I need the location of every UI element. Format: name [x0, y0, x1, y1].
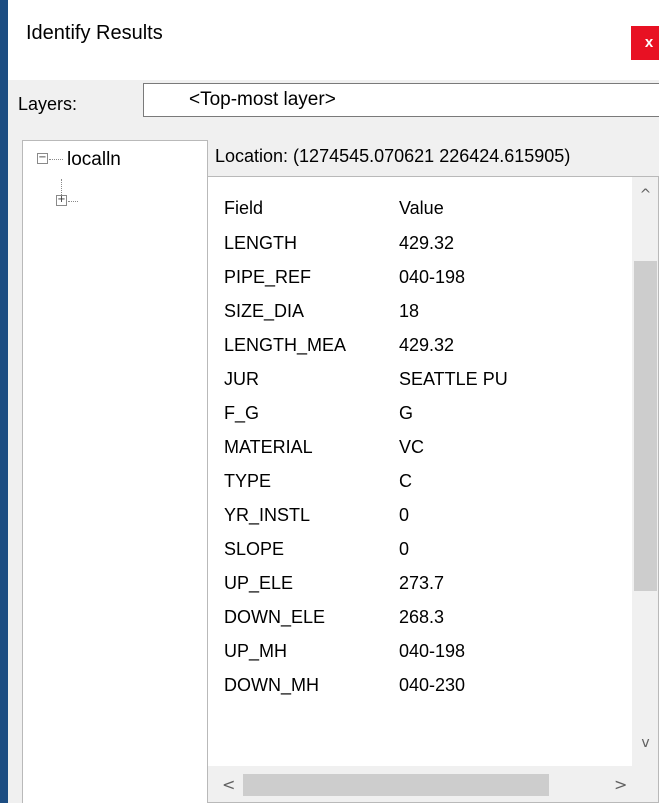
table-row[interactable]: TYPE C [208, 464, 633, 498]
vertical-scrollbar[interactable]: ^ v [632, 177, 658, 766]
table-row[interactable]: UP_MH 040-198 [208, 634, 633, 668]
field-value-cell: 040-198 [399, 641, 466, 661]
scroll-left-icon[interactable]: < [222, 775, 235, 794]
table-row[interactable]: MATERIAL VC [208, 430, 633, 464]
table-header-row: Field Value [208, 191, 633, 225]
field-name-cell: UP_MH [224, 641, 288, 661]
tree-connector [61, 179, 62, 195]
table-row[interactable]: SIZE_DIA 18 [208, 294, 633, 328]
table-row[interactable]: YR_INSTL 0 [208, 498, 633, 532]
identify-results-window: Identify Results x Layers: <Top-most lay… [8, 0, 659, 803]
expand-icon[interactable]: + [56, 195, 67, 206]
field-name-cell: LENGTH_MEA [224, 335, 347, 355]
field-value-cell: VC [399, 437, 425, 457]
table-row[interactable]: DOWN_MH 040-230 [208, 668, 633, 702]
field-name-cell: UP_ELE [224, 573, 294, 593]
layers-label: Layers: [18, 94, 78, 114]
horizontal-scrollbar[interactable]: < > [208, 766, 633, 802]
value-column-header[interactable]: Value [399, 198, 444, 219]
field-value-cell: C [399, 471, 412, 491]
field-value-cell: 0 [399, 539, 410, 559]
field-value-cell: 040-198 [399, 267, 466, 287]
close-button[interactable]: x [631, 26, 659, 60]
tree-connector [68, 201, 78, 202]
table-row[interactable]: LENGTH 429.32 [208, 226, 633, 260]
field-name-cell: DOWN_ELE [224, 607, 326, 627]
table-row[interactable]: PIPE_REF 040-198 [208, 260, 633, 294]
layers-dropdown-value: <Top-most layer> [189, 89, 336, 110]
table-row[interactable]: F_G G [208, 396, 633, 430]
field-value-cell: 040-230 [399, 675, 466, 695]
field-name-cell: F_G [224, 403, 260, 423]
horizontal-scroll-thumb[interactable] [243, 774, 549, 796]
field-value-cell: 18 [399, 301, 420, 321]
table-row[interactable]: LENGTH_MEA 429.32 [208, 328, 633, 362]
scroll-corner [632, 766, 658, 802]
field-value-cell: SEATTLE PU [399, 369, 508, 389]
location-readout: Location: (1274545.070621 226424.615905) [215, 146, 571, 166]
field-value-cell: 429.32 [399, 233, 455, 253]
table-row[interactable]: DOWN_ELE 268.3 [208, 600, 633, 634]
vertical-scroll-thumb[interactable] [634, 261, 657, 591]
field-name-cell: YR_INSTL [224, 505, 311, 525]
field-value-cell: G [399, 403, 414, 423]
field-name-cell: MATERIAL [224, 437, 313, 457]
tree-connector [49, 159, 63, 160]
scroll-down-icon[interactable]: v [632, 735, 658, 751]
field-name-cell: DOWN_MH [224, 675, 319, 695]
field-name-cell: PIPE_REF [224, 267, 312, 287]
table-row[interactable]: JUR SEATTLE PU [208, 362, 633, 396]
scroll-right-icon[interactable]: > [614, 775, 627, 794]
tree-item-localln[interactable]: localln [67, 149, 121, 171]
field-value-cell: 268.3 [399, 607, 445, 627]
field-name-cell: SLOPE [224, 539, 285, 559]
table-row[interactable]: SLOPE 0 [208, 532, 633, 566]
window-title: Identify Results [26, 22, 163, 44]
field-value-cell: 429.32 [399, 335, 455, 355]
field-name-cell: SIZE_DIA [224, 301, 305, 321]
field-column-header[interactable]: Field [224, 198, 263, 219]
field-name-cell: LENGTH [224, 233, 298, 253]
collapse-icon[interactable]: − [37, 153, 48, 164]
field-value-cell: 273.7 [399, 573, 445, 593]
attributes-table: Field Value LENGTH 429.32 PIPE_REF 040-198 S… [207, 176, 659, 803]
table-row[interactable]: UP_ELE 273.7 [208, 566, 633, 600]
field-value-cell: 0 [399, 505, 410, 525]
layers-dropdown[interactable]: <Top-most layer> [143, 83, 659, 117]
field-name-cell: TYPE [224, 471, 272, 491]
scroll-up-icon[interactable]: ^ [632, 187, 658, 203]
layer-tree: − localln + [22, 140, 208, 803]
title-bar[interactable]: Identify Results x [8, 0, 659, 80]
field-name-cell: JUR [224, 369, 259, 389]
